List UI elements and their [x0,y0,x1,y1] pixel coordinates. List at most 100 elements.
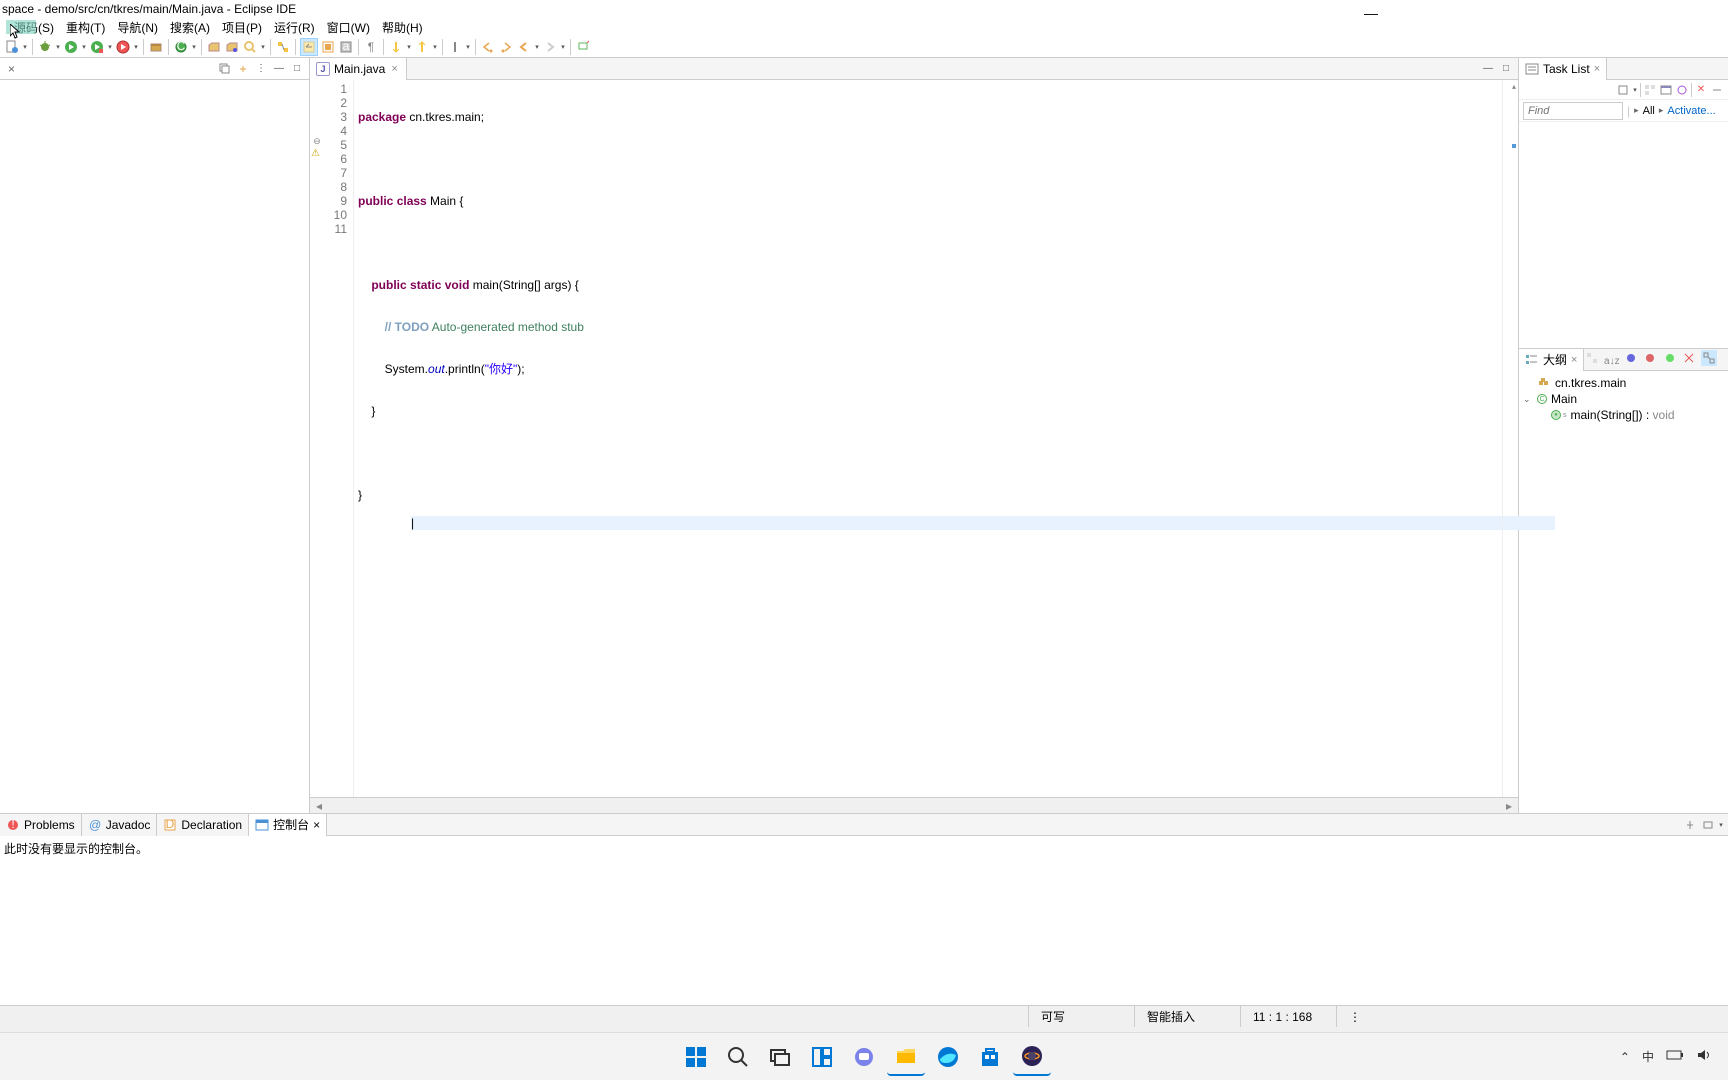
open-task-icon[interactable] [224,39,240,55]
outline-link-icon[interactable] [1701,350,1717,366]
new-task-dropdown[interactable] [1632,86,1638,94]
toggle-mark-occurrences-icon[interactable] [300,38,318,56]
collapse-tasks-icon[interactable]: ✕ [1694,83,1708,97]
console-tab[interactable]: 控制台 × [249,814,327,836]
show-whitespace-icon[interactable]: a [338,39,354,55]
tasklist-activate-link[interactable]: Activate... [1667,105,1715,117]
window-minimize-icon[interactable]: — [1364,4,1378,22]
last-edit-icon[interactable] [447,39,463,55]
fwd-edit-icon[interactable] [498,39,514,55]
new-task-icon[interactable] [1616,83,1630,97]
editor-tab-close-icon[interactable]: × [389,63,399,75]
last-edit-dropdown[interactable] [465,43,471,51]
fold-marker-icon[interactable]: ⊖ [311,136,323,148]
left-panel-close-icon[interactable]: × [4,62,19,76]
tray-ime-icon[interactable]: 中 [1642,1048,1654,1065]
code-area[interactable]: package cn.tkres.main; public class Main… [354,80,1502,797]
back-edit-icon[interactable] [480,39,496,55]
menu-search[interactable]: 搜索(A) [164,19,216,36]
run-dropdown[interactable] [81,43,87,51]
all-arrow-icon[interactable]: ▸ [1634,105,1639,116]
pin-console-icon[interactable] [1682,817,1698,833]
new-package-icon[interactable] [148,39,164,55]
annotation-prev-icon[interactable] [414,39,430,55]
file-explorer-icon[interactable] [887,1038,925,1076]
outline-focus-icon[interactable] [1584,350,1600,366]
tray-overflow-icon[interactable]: ⌃ [1620,1050,1630,1064]
nav-fwd-icon[interactable] [542,39,558,55]
open-type-icon[interactable] [206,39,222,55]
annotation-nav-icon[interactable] [388,39,404,55]
scroll-right-icon[interactable]: ▸ [1506,799,1512,813]
menu-window[interactable]: 窗口(W) [321,19,376,36]
search-icon[interactable] [242,39,258,55]
outline-class-row[interactable]: ⌄ C Main [1523,391,1724,407]
run-last-dropdown[interactable] [133,43,139,51]
windows-search-icon[interactable] [719,1038,757,1076]
problems-tab[interactable]: ! Problems [0,814,82,836]
toggle-block-selection-icon[interactable] [320,39,336,55]
menu-navigate[interactable]: 导航(N) [111,19,164,36]
new-icon[interactable] [4,39,20,55]
new-class-icon[interactable]: C [173,39,189,55]
tray-volume-icon[interactable] [1696,1048,1712,1065]
scroll-left-icon[interactable]: ◂ [316,799,322,813]
menu-run[interactable]: 运行(R) [268,19,321,36]
minimize-view-icon[interactable]: — [271,61,287,77]
coverage-dropdown[interactable] [107,43,113,51]
nav-back-dropdown[interactable] [534,43,540,51]
editor-maximize-icon[interactable]: □ [1498,61,1514,77]
windows-start-icon[interactable] [677,1038,715,1076]
tray-battery-icon[interactable] [1666,1049,1684,1064]
maximize-view-icon[interactable]: □ [289,61,305,77]
microsoft-store-icon[interactable] [971,1038,1009,1076]
run-icon[interactable] [63,39,79,55]
run-last-icon[interactable] [115,39,131,55]
hide-icon[interactable] [1710,83,1724,97]
task-view-icon[interactable] [761,1038,799,1076]
outline-hide-local-icon[interactable] [1681,350,1697,366]
pin-editor-icon[interactable] [575,39,591,55]
annotation-prev-dropdown[interactable] [432,43,438,51]
eclipse-taskbar-icon[interactable] [1013,1038,1051,1076]
activate-arrow-icon[interactable]: ▸ [1659,105,1664,116]
menu-project[interactable]: 项目(P) [216,19,268,36]
annotation-nav-dropdown[interactable] [406,43,412,51]
display-console-dropdown[interactable] [1718,817,1724,833]
console-close-icon[interactable]: × [313,818,320,832]
ruler-todo-mark-icon[interactable] [1512,144,1516,148]
link-editor-icon[interactable] [235,61,251,77]
debug-icon[interactable] [37,39,53,55]
outline-close-icon[interactable]: × [1571,354,1577,366]
toggle-breadcrumb-icon[interactable] [275,39,291,55]
edge-browser-icon[interactable] [929,1038,967,1076]
tasklist-close-icon[interactable]: × [1594,63,1600,75]
outline-tab[interactable]: 大纲 × [1519,349,1584,371]
overview-ruler[interactable]: ▴ [1502,80,1518,797]
outline-hide-static-icon[interactable] [1642,350,1658,366]
display-console-icon[interactable] [1700,817,1716,833]
widgets-icon[interactable] [803,1038,841,1076]
outline-method-row[interactable]: ●s main(String[]) : void [1523,407,1724,423]
categorize-icon[interactable] [1643,83,1657,97]
outline-hide-fields-icon[interactable] [1623,350,1639,366]
search-dropdown[interactable] [260,43,266,51]
ruler-top-arrow-icon[interactable]: ▴ [1512,82,1516,91]
declaration-tab[interactable]: D Declaration [157,814,249,836]
javadoc-tab[interactable]: @ Javadoc [82,814,158,836]
paragraph-icon[interactable]: ¶ [363,39,379,55]
outline-sort-icon[interactable]: a↓z [1604,353,1620,369]
tasklist-find-input[interactable] [1523,102,1623,120]
chat-icon[interactable] [845,1038,883,1076]
editor-body[interactable]: ⊖ ⚠ 1 2 3 4 5 6 7 8 9 10 11 package cn.t… [310,80,1518,797]
new-dropdown[interactable] [22,43,28,51]
editor-tab-main[interactable]: J Main.java × [310,58,407,80]
view-menu-icon[interactable]: ⋮ [253,61,269,77]
collapse-all-icon[interactable] [217,61,233,77]
focus-icon[interactable] [1675,83,1689,97]
tasklist-tab[interactable]: Task List × [1519,58,1607,80]
nav-fwd-dropdown[interactable] [560,43,566,51]
new-class-dropdown[interactable] [191,43,197,51]
nav-back-icon[interactable] [516,39,532,55]
editor-horizontal-scrollbar[interactable]: ◂ ▸ [310,797,1518,813]
